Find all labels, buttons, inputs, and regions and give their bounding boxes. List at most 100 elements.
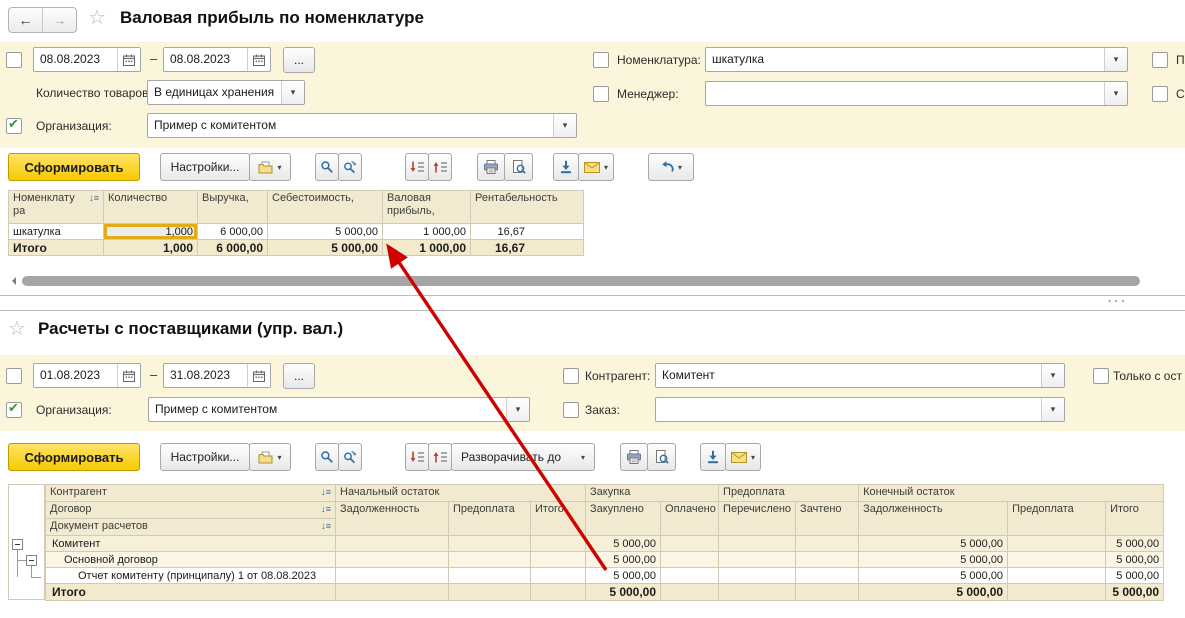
empty-cell[interactable] <box>449 536 531 552</box>
empty-cell[interactable] <box>449 552 531 568</box>
empty-cell[interactable] <box>661 536 719 552</box>
settings-button[interactable]: Настройки... <box>160 153 250 181</box>
dropdown-arrow-icon[interactable] <box>1041 398 1064 421</box>
cell-profitability[interactable]: 16,67 <box>471 224 584 240</box>
column-header-quantity[interactable]: Количество <box>104 191 198 224</box>
report-variants-button[interactable]: ▾ <box>249 443 291 471</box>
cell-total-gross-profit[interactable]: 1 000,00 <box>383 240 471 256</box>
cell-total-purchased[interactable]: 5 000,00 <box>586 584 661 601</box>
empty-cell[interactable] <box>336 536 449 552</box>
period-from-field[interactable]: 08.08.2023 <box>33 47 141 72</box>
expand-to-button[interactable]: Разворачивать до ▾ <box>451 443 595 471</box>
empty-cell[interactable] <box>531 568 586 584</box>
empty-cell[interactable] <box>796 568 859 584</box>
cell-total-revenue[interactable]: 6 000,00 <box>198 240 268 256</box>
cell-purchased[interactable]: 5 000,00 <box>586 552 661 568</box>
send-email-button[interactable]: ▾ <box>578 153 614 181</box>
cell-purchased[interactable]: 5 000,00 <box>586 568 661 584</box>
column-header-offset[interactable]: Зачтено <box>796 502 859 536</box>
panel-splitter-handle[interactable]: ··· <box>1108 296 1128 308</box>
search-next-button[interactable] <box>338 153 362 181</box>
column-header-cost[interactable]: Себестоимость, <box>268 191 383 224</box>
selected-cell-quantity[interactable]: 1,000 <box>104 224 198 240</box>
report-variants-button[interactable]: ▾ <box>249 153 291 181</box>
clipped-checkbox-2[interactable] <box>1152 86 1168 102</box>
horizontal-scrollbar-thumb[interactable] <box>22 276 1140 286</box>
cell-total-end-debt[interactable]: 5 000,00 <box>859 584 1008 601</box>
period-checkbox[interactable] <box>6 368 22 384</box>
empty-cell[interactable] <box>661 568 719 584</box>
search-next-button[interactable] <box>338 443 362 471</box>
quantity-units-select[interactable]: В единицах хранения <box>147 80 305 105</box>
empty-cell[interactable] <box>531 584 586 601</box>
save-button[interactable] <box>553 153 579 181</box>
empty-cell[interactable] <box>531 552 586 568</box>
empty-cell[interactable] <box>719 584 796 601</box>
organization-field[interactable]: Пример с комитентом <box>147 113 577 138</box>
dropdown-arrow-icon[interactable] <box>281 81 304 104</box>
empty-cell[interactable] <box>719 536 796 552</box>
cell-total-profitability[interactable]: 16,67 <box>471 240 584 256</box>
column-header-revenue[interactable]: Выручка, <box>198 191 268 224</box>
cell-cost[interactable]: 5 000,00 <box>268 224 383 240</box>
cell-purchased[interactable]: 5 000,00 <box>586 536 661 552</box>
empty-cell[interactable] <box>336 584 449 601</box>
collapse-groups-button[interactable] <box>405 443 429 471</box>
period-to-field[interactable]: 08.08.2023 <box>163 47 271 72</box>
dropdown-arrow-icon[interactable] <box>1104 48 1127 71</box>
empty-cell[interactable] <box>719 568 796 584</box>
preview-button[interactable] <box>504 153 533 181</box>
column-header-debt[interactable]: Задолженность <box>336 502 449 536</box>
cell-end-total[interactable]: 5 000,00 <box>1106 536 1164 552</box>
scrollbar-left-arrow[interactable] <box>8 277 16 285</box>
favorite-star-icon[interactable]: ☆ <box>88 8 106 28</box>
empty-cell[interactable] <box>449 568 531 584</box>
save-button[interactable] <box>700 443 726 471</box>
sort-descending-icon[interactable]: ↓≡ <box>321 503 331 516</box>
column-header-profitability[interactable]: Рентабельность <box>471 191 584 224</box>
cell-gross-profit[interactable]: 1 000,00 <box>383 224 471 240</box>
dropdown-arrow-icon[interactable] <box>1041 364 1064 387</box>
collapse-node-icon[interactable] <box>26 555 37 566</box>
group-header-purchase[interactable]: Закупка <box>586 485 719 502</box>
organization-field[interactable]: Пример с комитентом <box>148 397 530 422</box>
cell-end-debt[interactable]: 5 000,00 <box>859 568 1008 584</box>
empty-cell[interactable] <box>661 552 719 568</box>
calendar-icon[interactable] <box>247 364 270 387</box>
column-header-contractor[interactable]: Контрагент↓≡ <box>46 485 336 502</box>
cell-name[interactable]: Комитент <box>46 536 336 552</box>
search-button[interactable] <box>315 443 339 471</box>
cell-total-label[interactable]: Итого <box>9 240 104 256</box>
expand-groups-button[interactable] <box>428 443 452 471</box>
calendar-icon[interactable] <box>117 48 140 71</box>
column-header-total[interactable]: Итого <box>531 502 586 536</box>
period-checkbox[interactable] <box>6 52 22 68</box>
generate-report-button[interactable]: Сформировать <box>8 153 140 181</box>
group-header-prepayment[interactable]: Предоплата <box>719 485 859 502</box>
only-with-balance-checkbox[interactable] <box>1093 368 1109 384</box>
forward-button[interactable]: → <box>42 8 76 32</box>
cell-end-debt[interactable]: 5 000,00 <box>859 552 1008 568</box>
back-button[interactable]: ← <box>9 8 42 32</box>
sort-descending-icon[interactable]: ↓≡ <box>321 486 331 499</box>
change-variant-button[interactable]: ▾ <box>648 153 694 181</box>
cell-total-cost[interactable]: 5 000,00 <box>268 240 383 256</box>
print-button[interactable] <box>620 443 648 471</box>
empty-cell[interactable] <box>1008 568 1106 584</box>
cell-total-end-total[interactable]: 5 000,00 <box>1106 584 1164 601</box>
period-to-field[interactable]: 31.08.2023 <box>163 363 271 388</box>
expand-groups-button[interactable] <box>428 153 452 181</box>
column-header-gross-profit[interactable]: Валовая прибыль, <box>383 191 471 224</box>
manager-field[interactable] <box>705 81 1128 106</box>
column-header-prepayment-end[interactable]: Предоплата <box>1008 502 1106 536</box>
empty-cell[interactable] <box>796 584 859 601</box>
empty-cell[interactable] <box>661 584 719 601</box>
column-header-contract[interactable]: Договор↓≡ <box>46 502 336 519</box>
dropdown-arrow-icon[interactable] <box>506 398 529 421</box>
calendar-icon[interactable] <box>247 48 270 71</box>
contractor-field[interactable]: Комитент <box>655 363 1065 388</box>
clipped-checkbox-1[interactable] <box>1152 52 1168 68</box>
favorite-star-icon[interactable]: ☆ <box>8 319 26 339</box>
cell-name[interactable]: Отчет комитенту (принципалу) 1 от 08.08.… <box>46 568 336 584</box>
organization-checkbox[interactable] <box>6 402 22 418</box>
